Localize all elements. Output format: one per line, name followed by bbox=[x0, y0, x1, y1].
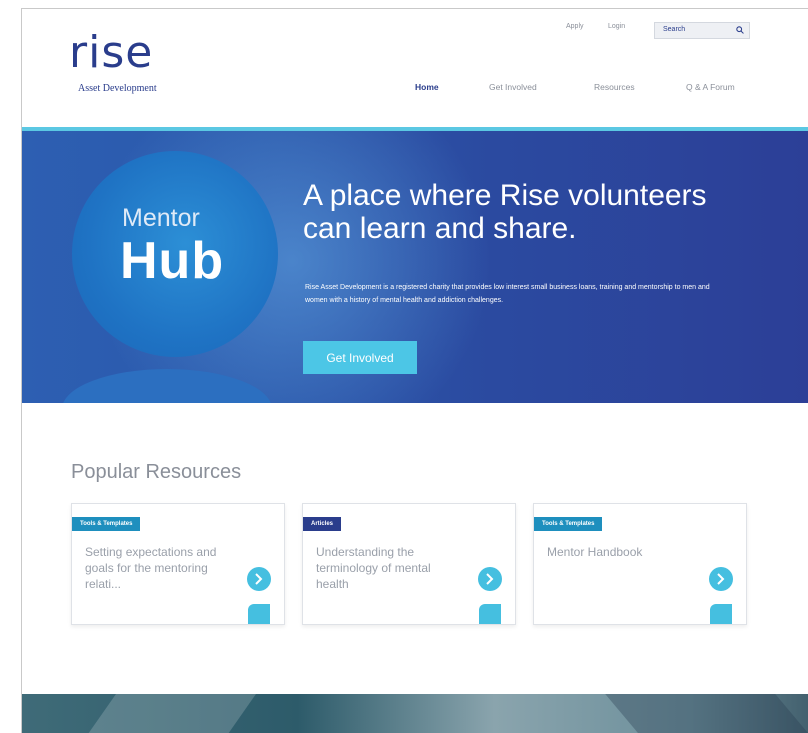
strip-highlight bbox=[87, 694, 257, 733]
nav-forum[interactable]: Q & A Forum bbox=[686, 82, 735, 92]
search-input[interactable]: Search bbox=[663, 26, 685, 33]
open-resource-button[interactable] bbox=[247, 567, 271, 591]
badge-mentor-text: Mentor bbox=[122, 204, 200, 232]
resource-tag: Tools & Templates bbox=[534, 517, 603, 531]
resource-card[interactable]: Tools & Templates Mentor Handbook bbox=[533, 503, 747, 625]
resource-title[interactable]: Understanding the terminology of mental … bbox=[316, 544, 466, 592]
strip-shadow bbox=[605, 694, 808, 733]
search-icon[interactable] bbox=[736, 26, 744, 34]
badge-hub-text: Hub bbox=[120, 232, 225, 290]
get-involved-button[interactable]: Get Involved bbox=[303, 341, 417, 374]
hero-title: A place where Rise volunteers can learn … bbox=[303, 179, 707, 245]
page-frame: rise Asset Development Apply Login Searc… bbox=[21, 8, 808, 733]
resource-tag: Tools & Templates bbox=[72, 517, 141, 531]
card-corner-tab bbox=[479, 604, 501, 624]
open-resource-button[interactable] bbox=[478, 567, 502, 591]
logo-wordmark: rise bbox=[69, 27, 154, 78]
apply-link[interactable]: Apply bbox=[566, 23, 584, 30]
footer-image-strip bbox=[22, 694, 808, 733]
logo-tagline: Asset Development bbox=[78, 83, 157, 94]
search-box[interactable]: Search bbox=[654, 22, 750, 39]
open-resource-button[interactable] bbox=[709, 567, 733, 591]
chevron-right-icon bbox=[486, 573, 494, 585]
nav-resources[interactable]: Resources bbox=[594, 82, 635, 92]
rise-logo[interactable]: rise Asset Development bbox=[69, 23, 209, 103]
login-link[interactable]: Login bbox=[608, 23, 625, 30]
resource-title[interactable]: Setting expectations and goals for the m… bbox=[85, 544, 235, 592]
card-corner-tab bbox=[710, 604, 732, 624]
nav-get-involved[interactable]: Get Involved bbox=[489, 82, 537, 92]
popular-resources-heading: Popular Resources bbox=[71, 461, 242, 483]
resource-card[interactable]: Articles Understanding the terminology o… bbox=[302, 503, 516, 625]
card-corner-tab bbox=[248, 604, 270, 624]
chevron-right-icon bbox=[255, 573, 263, 585]
resource-card[interactable]: Tools & Templates Setting expectations a… bbox=[71, 503, 285, 625]
nav-home[interactable]: Home bbox=[415, 82, 439, 92]
site-header: rise Asset Development Apply Login Searc… bbox=[22, 9, 808, 127]
hero-banner: Mentor Hub A place where Rise volunteers… bbox=[22, 131, 808, 403]
chevron-right-icon bbox=[717, 573, 725, 585]
resource-title[interactable]: Mentor Handbook bbox=[547, 544, 697, 560]
hero-description: Rise Asset Development is a registered c… bbox=[305, 284, 710, 304]
resource-tag: Articles bbox=[303, 517, 342, 531]
